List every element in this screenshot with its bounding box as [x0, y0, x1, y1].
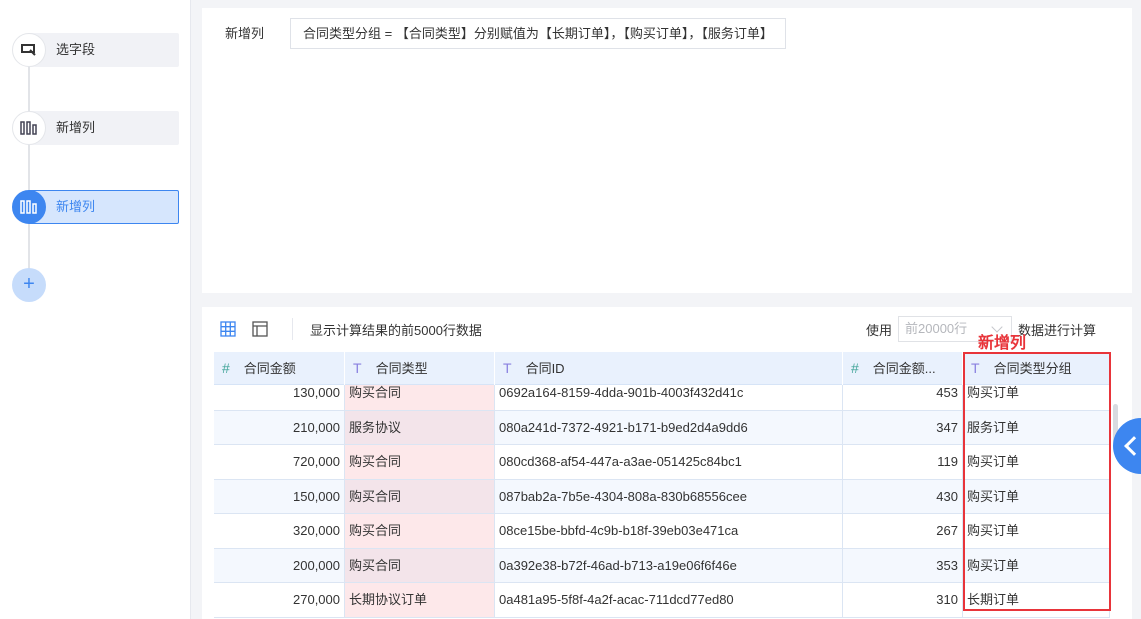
select-field-icon	[12, 33, 46, 67]
toolbar-divider	[292, 318, 293, 340]
formula-field[interactable]: 合同类型分组 = 【合同类型】分别赋值为【长期订单】，【购买订单】，【服务订单】	[290, 18, 786, 49]
step-sidebar: 选字段 新增列 新增列 +	[0, 0, 191, 619]
table-cell: 347	[843, 410, 963, 444]
calc-suffix: 数据进行计算	[1018, 322, 1097, 338]
config-panel: 新增列 合同类型分组 = 【合同类型】分别赋值为【长期订单】，【购买订单】，【服…	[202, 8, 1132, 293]
use-label: 使用	[866, 322, 893, 338]
table-cell: 320,000	[214, 514, 345, 548]
table-cell: 购买合同	[345, 479, 495, 513]
step-connector	[28, 50, 30, 285]
step-label: 新增列	[28, 190, 179, 224]
step-select-field[interactable]: 选字段	[12, 33, 179, 67]
table-cell: 087bab2a-7b5e-4304-808a-830b68556cee	[495, 479, 843, 513]
step-label: 新增列	[28, 111, 179, 145]
table-cell: 150,000	[214, 479, 345, 513]
text-type-icon: T	[503, 360, 512, 376]
annotation-label: 新增列	[978, 335, 1027, 352]
table-cell: 267	[843, 514, 963, 548]
config-label: 新增列	[225, 26, 265, 41]
grid-view-icon[interactable]	[220, 319, 236, 339]
column-name: 合同ID	[525, 361, 565, 376]
table-cell: 080cd368-af54-447a-a3ae-051425c84bc1	[495, 445, 843, 479]
table-cell: 270,000	[214, 583, 345, 617]
column-name: 合同金额	[243, 361, 296, 376]
table-cell: 购买合同	[345, 514, 495, 548]
table-cell: 200,000	[214, 548, 345, 582]
table-cell: 服务协议	[345, 410, 495, 444]
table-cell: 购买合同	[345, 548, 495, 582]
table-cell: 119	[843, 445, 963, 479]
preview-info: 显示计算结果的前5000行数据	[310, 322, 482, 338]
chevron-left-icon	[1124, 436, 1141, 456]
text-type-icon: T	[353, 360, 362, 376]
column-header[interactable]: # 合同金额	[214, 352, 345, 385]
table-cell: 210,000	[214, 410, 345, 444]
panel-view-icon[interactable]	[252, 319, 268, 339]
table-cell: 430	[843, 479, 963, 513]
table-cell: 长期协议订单	[345, 583, 495, 617]
number-type-icon: #	[222, 360, 230, 376]
column-name: 合同类型	[375, 361, 428, 376]
annotation-highlight-box	[963, 352, 1111, 611]
table-cell: 080a241d-7372-4921-b171-b9ed2d4a9dd6	[495, 410, 843, 444]
table-cell: 购买合同	[345, 445, 495, 479]
table-cell: 720,000	[214, 445, 345, 479]
column-header[interactable]: T 合同ID	[495, 352, 843, 385]
step-add-column-2[interactable]: 新增列	[12, 190, 179, 224]
column-header[interactable]: T 合同类型	[345, 352, 495, 385]
number-type-icon: #	[851, 360, 859, 376]
column-name: 合同金额...	[872, 361, 936, 376]
column-header[interactable]: # 合同金额...	[843, 352, 963, 385]
table-cell: 310	[843, 583, 963, 617]
table-cell: 353	[843, 548, 963, 582]
add-column-icon	[12, 190, 46, 224]
table-cell: 08ce15be-bbfd-4c9b-b18f-39eb03e471ca	[495, 514, 843, 548]
step-add-column-1[interactable]: 新增列	[12, 111, 179, 145]
add-step-button[interactable]: +	[12, 268, 46, 302]
table-cell: 0a481a95-5f8f-4a2f-acac-711dcd77ed80	[495, 583, 843, 617]
table-cell: 0a392e38-b72f-46ad-b713-a19e06f6f46e	[495, 548, 843, 582]
step-label: 选字段	[28, 33, 179, 67]
add-column-icon	[12, 111, 46, 145]
